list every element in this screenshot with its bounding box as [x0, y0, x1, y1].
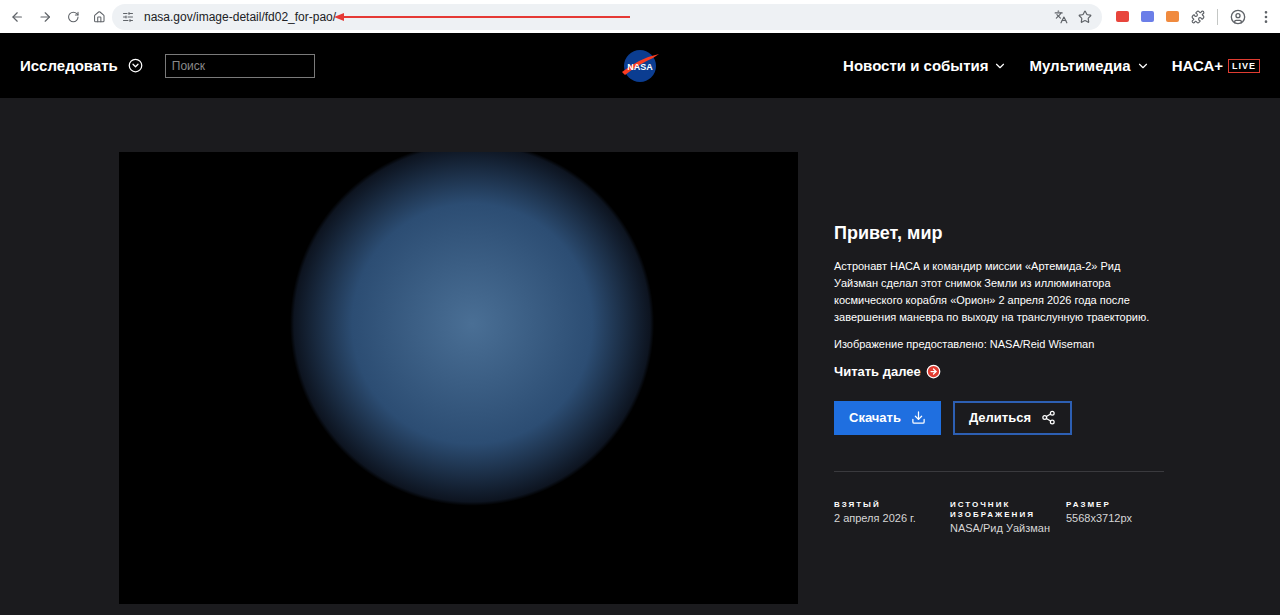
share-button[interactable]: Делиться	[953, 401, 1072, 435]
nav-item[interactable]: НАСА+LIVE	[1172, 57, 1260, 74]
annotation-arrow-icon	[334, 10, 634, 24]
search-input[interactable]	[165, 54, 315, 78]
site-header: Исследовать NASA Новости и события Мультиме…	[0, 33, 1280, 98]
meta-item: ВЗЯТЫЙ2 апреля 2026 г.	[834, 500, 950, 534]
translate-icon[interactable]	[1054, 10, 1068, 24]
star-icon[interactable]	[1078, 10, 1092, 24]
image-meta: ВЗЯТЫЙ2 апреля 2026 г.ИСТОЧНИК ИЗОБРАЖЕН…	[834, 500, 1164, 534]
nasa-logo-icon[interactable]: NASA	[619, 48, 661, 84]
address-bar[interactable]: nasa.gov/image-detail/fd02_for-pao/	[112, 4, 1102, 30]
site-info-icon[interactable]	[122, 11, 134, 23]
browser-toolbar: nasa.gov/image-detail/fd02_for-pao/	[0, 0, 1280, 33]
download-icon	[911, 410, 926, 425]
nav-item[interactable]: Мультимедиа	[1029, 57, 1149, 74]
nav-item[interactable]: Новости и события	[843, 57, 1007, 74]
earth-photo	[119, 152, 798, 604]
forward-icon[interactable]	[38, 9, 52, 25]
arrow-right-icon	[926, 364, 941, 379]
meta-item: РАЗМЕР5568x3712px	[1066, 500, 1164, 534]
back-icon[interactable]	[10, 9, 24, 25]
live-badge: LIVE	[1228, 59, 1260, 73]
profile-icon[interactable]	[1230, 9, 1246, 25]
divider	[834, 471, 1164, 472]
image-credit: Изображение предоставлено: NASA/Reid Wis…	[834, 338, 1164, 350]
browser-window: nasa.gov/image-detail/fd02_for-pao/Иссле…	[0, 0, 1280, 615]
chevron-down-icon	[1136, 59, 1150, 73]
meta-item: ИСТОЧНИК ИЗОБРАЖЕНИЯNASA/Рид Уайзман	[950, 500, 1066, 534]
menu-icon[interactable]	[1258, 9, 1274, 25]
extension-icon[interactable]	[1116, 11, 1129, 22]
image-description: Астронавт НАСА и командир миссии «Артеми…	[834, 258, 1164, 326]
share-icon	[1041, 410, 1056, 425]
svg-text:NASA: NASA	[627, 61, 653, 71]
extension-icon[interactable]	[1141, 11, 1154, 22]
reload-icon[interactable]	[67, 10, 80, 24]
image-detail: Привет, мир Астронавт НАСА и командир мис…	[0, 98, 1280, 615]
separator	[1217, 9, 1218, 25]
extensions-icon[interactable]	[1191, 10, 1205, 24]
chevron-down-icon	[993, 59, 1007, 73]
download-button[interactable]: Скачать	[834, 401, 941, 435]
explore-menu[interactable]: Исследовать	[20, 57, 118, 74]
detail-panel: Привет, мир Астронавт НАСА и командир мис…	[834, 223, 1164, 534]
image-title: Привет, мир	[834, 223, 1164, 244]
home-icon[interactable]	[93, 10, 106, 24]
chevron-down-icon[interactable]	[128, 58, 143, 73]
read-more-link[interactable]: Читать далее	[834, 364, 1164, 379]
extension-icon[interactable]	[1166, 11, 1179, 22]
